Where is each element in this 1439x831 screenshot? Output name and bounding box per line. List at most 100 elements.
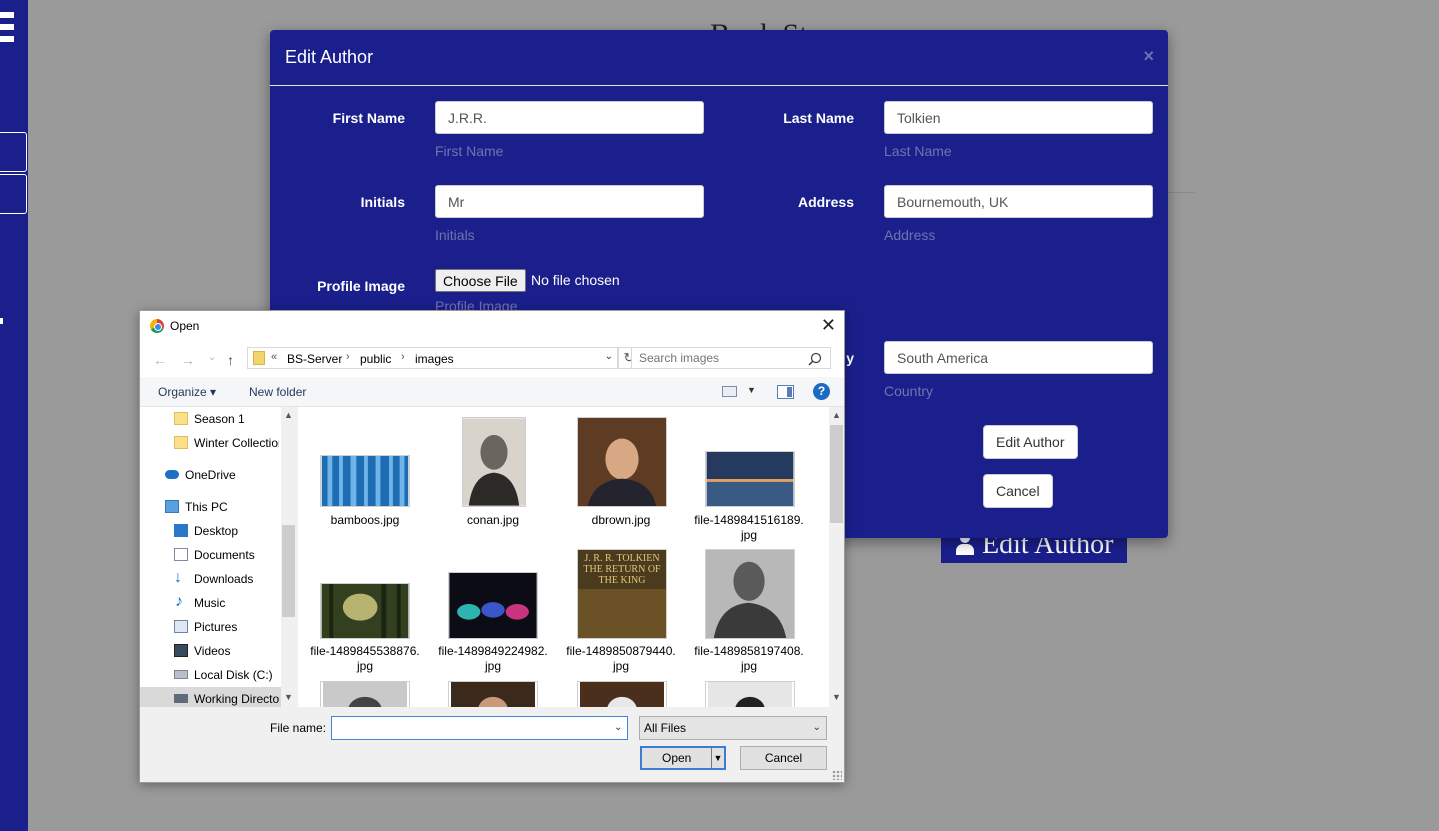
hamburger-menu-icon[interactable] [0, 12, 16, 58]
documents-icon [174, 548, 188, 561]
network-drive-icon [174, 694, 188, 703]
thumbnail-partial [320, 681, 410, 707]
resize-grip-icon[interactable] [832, 770, 842, 780]
sidebar-nav-item[interactable] [0, 174, 27, 214]
tree-item-desktop[interactable]: Desktop [174, 520, 296, 542]
search-input[interactable] [631, 347, 831, 369]
navigation-scrollbar-thumb[interactable] [282, 525, 295, 617]
file-item[interactable]: file-1489849224982.jpg [438, 644, 548, 674]
thumbnail-conan [462, 417, 526, 507]
tree-item-local-disk[interactable]: Local Disk (C:) [174, 664, 296, 686]
disk-icon [174, 670, 188, 679]
open-options-dropdown-icon[interactable]: ▼ [711, 748, 724, 768]
last-name-help: Last Name [884, 143, 952, 159]
country-help: Country [884, 383, 934, 399]
dialog-close-icon[interactable]: ✕ [821, 316, 836, 334]
forward-arrow-icon[interactable]: → [181, 352, 195, 368]
tree-item-documents[interactable]: Documents [174, 544, 296, 566]
file-name-input[interactable] [331, 716, 628, 740]
thumbnail-portrait-bw [705, 549, 795, 639]
choose-file-button[interactable]: Choose File [435, 269, 526, 292]
modal-close-icon[interactable]: × [1143, 46, 1154, 67]
edit-author-submit-button[interactable]: Edit Author [983, 425, 1078, 459]
recent-locations-icon[interactable]: ⌄ [208, 352, 216, 363]
thumbnail-dbrown [577, 417, 667, 507]
thumbnail-sea-dusk [705, 451, 795, 507]
file-item[interactable]: file-1489850879440.jpg [566, 644, 676, 674]
dialog-titlebar[interactable]: Open ✕ [140, 311, 844, 341]
sidebar-marker [0, 318, 3, 324]
file-item[interactable]: dbrown.jpg [566, 513, 676, 528]
file-item[interactable]: file-1489858197408.jpg [694, 644, 804, 674]
onedrive-icon [165, 470, 179, 479]
initials-field[interactable] [435, 185, 704, 218]
file-list: bamboos.jpg conan.jpg dbrown.jpg file-14… [298, 407, 829, 707]
desktop-icon [174, 524, 188, 537]
file-name-label: File name: [270, 721, 327, 735]
first-name-help: First Name [435, 143, 504, 159]
tree-item-working-directory[interactable]: Working Directory [174, 688, 280, 707]
dialog-title: Open [170, 319, 200, 333]
address-bar[interactable]: « BS-Server › public › images ⌄ [247, 347, 618, 369]
new-folder-button[interactable]: New folder [249, 385, 306, 399]
app-sidebar [0, 0, 28, 831]
modal-cancel-button[interactable]: Cancel [983, 474, 1053, 508]
tree-item-downloads[interactable]: Downloads [174, 568, 296, 590]
tree-item-label: Music [194, 596, 226, 610]
file-list-scrollbar-thumb[interactable] [830, 425, 843, 523]
chevron-down-icon: ⌄ [812, 722, 821, 733]
tree-item-videos[interactable]: Videos [174, 640, 296, 662]
up-arrow-icon[interactable]: ↑ [227, 352, 234, 368]
address-field[interactable] [884, 185, 1153, 218]
chevron-down-icon[interactable]: ⌄ [614, 722, 622, 733]
dialog-cancel-button[interactable]: Cancel [740, 746, 827, 770]
organize-button[interactable]: Organize ▾ [158, 385, 216, 399]
tree-item-music[interactable]: Music [174, 592, 296, 614]
breadcrumb-segment[interactable]: public [360, 352, 391, 366]
navigation-pane: Season 1 Winter Collection OneDrive This… [140, 407, 296, 707]
first-name-field[interactable] [435, 101, 704, 134]
thumbnail-partial [577, 681, 667, 707]
view-options-dropdown-icon[interactable]: ▼ [747, 385, 756, 395]
file-type-value: All Files [644, 721, 687, 735]
breadcrumb-segment[interactable]: images [415, 352, 454, 366]
breadcrumb-segment[interactable]: BS-Server [287, 352, 342, 366]
last-name-field[interactable] [884, 101, 1153, 134]
tree-item-label: Season 1 [194, 412, 245, 426]
scroll-up-icon[interactable]: ▲ [832, 410, 841, 420]
tree-item-label: Documents [194, 548, 255, 562]
music-icon [174, 592, 188, 613]
country-field[interactable] [884, 341, 1153, 374]
tree-item-label: Videos [194, 644, 231, 658]
scroll-down-icon[interactable]: ▼ [284, 692, 293, 702]
file-item[interactable]: file-1489841516189.jpg [694, 513, 804, 543]
preview-pane-icon[interactable] [777, 385, 794, 399]
scroll-up-icon[interactable]: ▲ [284, 410, 293, 420]
file-item[interactable]: bamboos.jpg [310, 513, 420, 528]
file-item[interactable]: conan.jpg [438, 513, 548, 528]
downloads-icon [174, 568, 188, 589]
tree-item-label: Desktop [194, 524, 239, 538]
thumbnail-lights [448, 572, 538, 639]
tree-item-label: Winter Collection [194, 436, 279, 450]
sidebar-nav-item[interactable] [0, 132, 27, 172]
tree-item-pictures[interactable]: Pictures [174, 616, 296, 638]
dialog-navigation-bar: ← → ⌄ ↑ « BS-Server › public › images ⌄ … [140, 341, 844, 377]
change-view-icon[interactable] [722, 386, 737, 397]
file-item[interactable]: file-1489845538876.jpg [310, 644, 420, 674]
scroll-down-icon[interactable]: ▼ [832, 692, 841, 702]
tree-item-winter-collection[interactable]: Winter Collection [174, 432, 279, 454]
tree-item-this-pc[interactable]: This PC [165, 496, 296, 518]
back-arrow-icon[interactable]: ← [153, 352, 167, 368]
thumbnail-caption: J. R. R. TOLKIEN THE RETURN OF THE KING [583, 553, 661, 586]
folder-icon [174, 436, 188, 449]
tree-item-label: Downloads [194, 572, 254, 586]
file-type-select[interactable]: All Files ⌄ [639, 716, 827, 740]
tree-item-onedrive[interactable]: OneDrive [165, 464, 296, 486]
tree-item-label: OneDrive [185, 468, 236, 482]
help-icon[interactable]: ? [813, 383, 830, 400]
file-status-text: No file chosen [531, 272, 620, 288]
initials-label: Initials [360, 194, 405, 210]
tree-item-season-1[interactable]: Season 1 [174, 408, 296, 430]
chevron-down-icon[interactable]: ⌄ [605, 351, 613, 362]
